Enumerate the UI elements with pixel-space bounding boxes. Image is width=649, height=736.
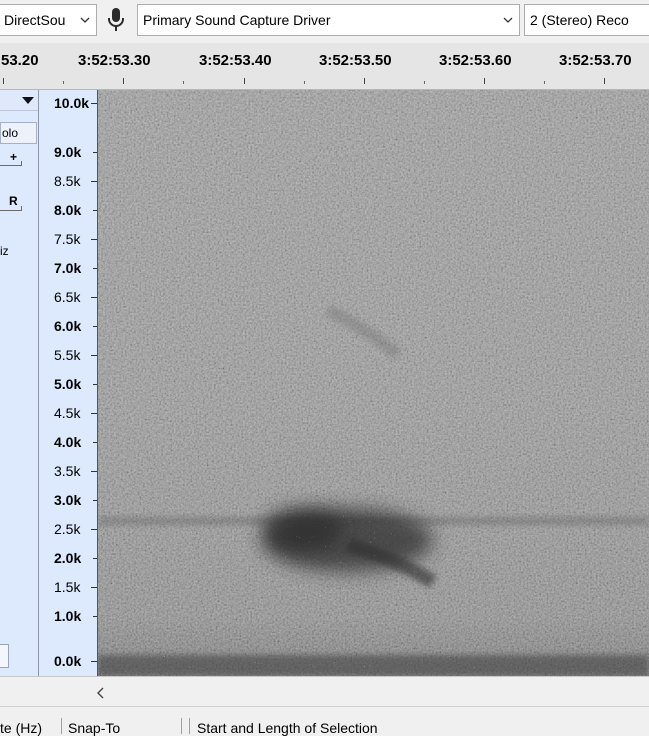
spectrogram-view[interactable]	[98, 90, 649, 676]
solo-button-label: olo	[2, 126, 19, 140]
frequency-label: 3.5k	[54, 463, 81, 479]
frequency-tick	[93, 500, 97, 501]
timeline-tick	[364, 78, 365, 84]
frequency-tick	[91, 413, 97, 414]
frequency-label: 2.0k	[54, 550, 82, 566]
frequency-label: 1.5k	[54, 579, 81, 595]
frequency-label: 7.5k	[54, 231, 81, 247]
timeline-minor-tick	[424, 81, 425, 84]
frequency-tick	[93, 210, 97, 211]
timeline-tick	[604, 78, 605, 84]
pan-slider[interactable]	[0, 210, 22, 211]
track-control-panel[interactable]: olo + R iz	[0, 90, 39, 676]
timeline-label: 3:52:53.30	[78, 52, 151, 69]
frequency-tick	[93, 152, 97, 153]
frequency-tick	[93, 616, 97, 617]
timeline-minor-tick	[183, 81, 184, 84]
dropdown-arrow-icon[interactable]	[22, 97, 34, 105]
frequency-label: 1.0k	[54, 608, 82, 624]
timeline-tick	[123, 78, 124, 84]
timeline-label: 3:52:53.70	[559, 52, 632, 69]
gain-slider-end	[21, 161, 22, 166]
frequency-tick	[93, 268, 97, 269]
frequency-scale[interactable]: 10.0k 9.0k 8.5k 8.0k 7.5k 7.0k 6.5k 6.0k…	[39, 90, 98, 676]
frequency-label: 5.0k	[54, 376, 82, 392]
frequency-label: 6.5k	[54, 289, 81, 305]
timeline-tick	[484, 78, 485, 84]
frequency-label: 8.0k	[54, 202, 82, 218]
gain-plus-label: +	[10, 150, 18, 164]
frequency-tick	[91, 181, 97, 182]
timeline-ruler[interactable]: 53.20 3:52:53.30 3:52:53.40 3:52:53.50 3…	[0, 43, 649, 90]
timeline-minor-tick	[304, 81, 305, 84]
frequency-tick	[93, 326, 97, 327]
scroll-left-arrow-icon[interactable]	[96, 687, 106, 699]
recording-device-select[interactable]: Primary Sound Capture Driver	[137, 4, 520, 36]
frequency-label: 10.0k	[54, 95, 90, 111]
frequency-label: 9.0k	[54, 144, 82, 160]
timeline-minor-tick	[63, 81, 64, 84]
solo-button[interactable]: olo	[0, 122, 37, 144]
frequency-tick	[93, 442, 97, 443]
timeline-tick	[3, 78, 4, 84]
toolbar-separator	[181, 718, 182, 734]
chevron-down-icon	[80, 17, 90, 23]
collapse-track-button[interactable]	[0, 644, 9, 668]
device-toolbar: DirectSou Primary Sound Capture Driver 2…	[0, 0, 649, 43]
frequency-tick	[93, 384, 97, 385]
frequency-label: 6.0k	[54, 318, 82, 334]
frequency-tick	[91, 239, 97, 240]
toolbar-separator	[61, 718, 62, 734]
spectrogram-image	[98, 90, 649, 676]
frequency-tick	[91, 471, 97, 472]
track-rate-label: iz	[0, 244, 9, 258]
selection-toolbar: te (Hz) Snap-To Start and Length of Sele…	[0, 706, 649, 736]
timeline-tick	[244, 78, 245, 84]
frequency-label: 3.0k	[54, 492, 82, 508]
chevron-down-icon	[503, 17, 513, 23]
toolbar-separator	[189, 718, 190, 734]
snap-to-label: Snap-To	[68, 720, 121, 736]
frequency-tick	[91, 103, 97, 104]
audio-host-value: DirectSou	[4, 12, 66, 28]
audio-host-select[interactable]: DirectSou	[0, 4, 97, 36]
frequency-tick	[91, 355, 97, 356]
timeline-label: 3:52:53.60	[439, 52, 512, 69]
frequency-label: 7.0k	[54, 260, 82, 276]
frequency-label: 4.5k	[54, 405, 81, 421]
recording-device-value: Primary Sound Capture Driver	[143, 12, 331, 28]
frequency-tick	[91, 661, 97, 662]
project-rate-label: te (Hz)	[0, 720, 42, 736]
frequency-label: 8.5k	[54, 173, 81, 189]
pan-slider-end	[21, 206, 22, 211]
gain-slider[interactable]	[0, 165, 22, 166]
frequency-tick	[91, 587, 97, 588]
frequency-label: 0.0k	[54, 653, 82, 669]
timeline-label: 53.20	[1, 52, 39, 69]
frequency-label: 2.5k	[54, 521, 81, 537]
frequency-label: 4.0k	[54, 434, 82, 450]
frequency-tick	[91, 529, 97, 530]
recording-channels-select[interactable]: 2 (Stereo) Reco	[524, 4, 649, 36]
timeline-label: 3:52:53.50	[319, 52, 392, 69]
pan-right-label: R	[9, 194, 18, 208]
selection-label: Start and Length of Selection	[197, 720, 378, 736]
frequency-tick	[93, 558, 97, 559]
timeline-label: 3:52:53.40	[199, 52, 272, 69]
frequency-label: 5.5k	[54, 347, 81, 363]
microphone-icon	[108, 8, 124, 31]
frequency-tick	[91, 297, 97, 298]
horizontal-scrollbar[interactable]	[0, 676, 649, 707]
recording-channels-value: 2 (Stereo) Reco	[530, 12, 629, 28]
timeline-minor-tick	[544, 81, 545, 84]
